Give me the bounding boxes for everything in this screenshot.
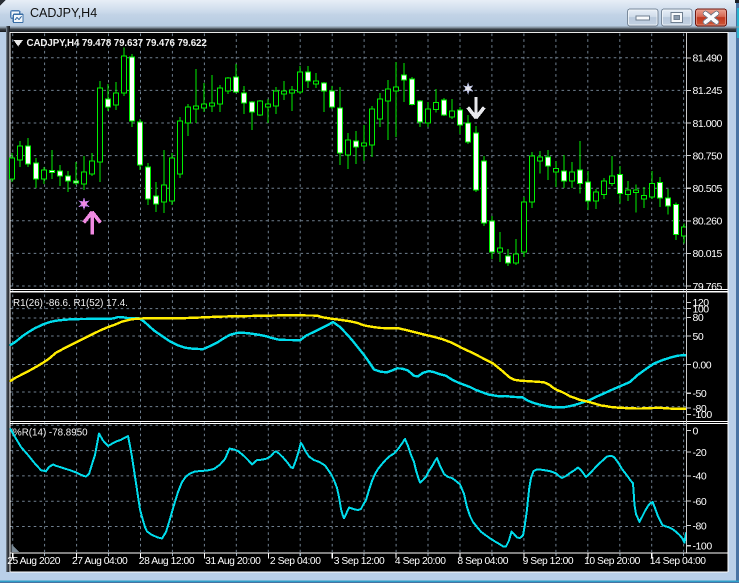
svg-text:81.245: 81.245 — [693, 85, 723, 97]
svg-text:80.750: 80.750 — [693, 150, 723, 162]
svg-text:2 Sep 04:00: 2 Sep 04:00 — [270, 556, 321, 567]
svg-text:10 Sep 20:00: 10 Sep 20:00 — [584, 556, 641, 567]
svg-text:81.000: 81.000 — [693, 118, 723, 130]
svg-text:3 Sep 12:00: 3 Sep 12:00 — [334, 556, 385, 567]
svg-text:-100: -100 — [693, 409, 713, 421]
svg-text:31 Aug 20:00: 31 Aug 20:00 — [205, 556, 261, 567]
svg-text:80.015: 80.015 — [693, 248, 723, 260]
svg-text:CADJPY,H4 79.478 79.637 79.47: CADJPY,H4 79.478 79.637 79.476 79.622 — [27, 38, 208, 49]
svg-text:4 Sep 20:00: 4 Sep 20:00 — [395, 556, 446, 567]
svg-text:R1(26) -86.6. R1(52) 17.4.: R1(26) -86.6. R1(52) 17.4. — [13, 298, 128, 309]
svg-text:-20: -20 — [693, 447, 707, 459]
svg-text:14 Sep 04:00: 14 Sep 04:00 — [650, 556, 707, 567]
svg-text:28 Aug 12:00: 28 Aug 12:00 — [139, 556, 195, 567]
svg-text:8 Sep 04:00: 8 Sep 04:00 — [457, 556, 508, 567]
svg-text:-80: -80 — [693, 520, 707, 532]
svg-text:79.765: 79.765 — [693, 281, 723, 293]
svg-text:80: 80 — [693, 312, 704, 324]
svg-text:0: 0 — [693, 425, 699, 437]
svg-text:-40: -40 — [693, 471, 707, 483]
svg-text:80.505: 80.505 — [693, 183, 723, 195]
svg-text:80.260: 80.260 — [693, 216, 723, 228]
svg-text:-60: -60 — [693, 496, 707, 508]
svg-text:0.00: 0.00 — [693, 359, 712, 371]
svg-text:CADJPY,H4: CADJPY,H4 — [30, 6, 97, 20]
svg-text:9 Sep 12:00: 9 Sep 12:00 — [523, 556, 574, 567]
svg-text:25 Aug 2020: 25 Aug 2020 — [7, 556, 61, 567]
svg-text:%R(14) -78.8950: %R(14) -78.8950 — [13, 428, 88, 439]
svg-text:-100: -100 — [693, 541, 713, 553]
svg-text:-50: -50 — [693, 388, 707, 400]
svg-text:50: 50 — [693, 331, 704, 343]
svg-text:27 Aug 04:00: 27 Aug 04:00 — [72, 556, 128, 567]
svg-text:81.490: 81.490 — [693, 53, 723, 65]
